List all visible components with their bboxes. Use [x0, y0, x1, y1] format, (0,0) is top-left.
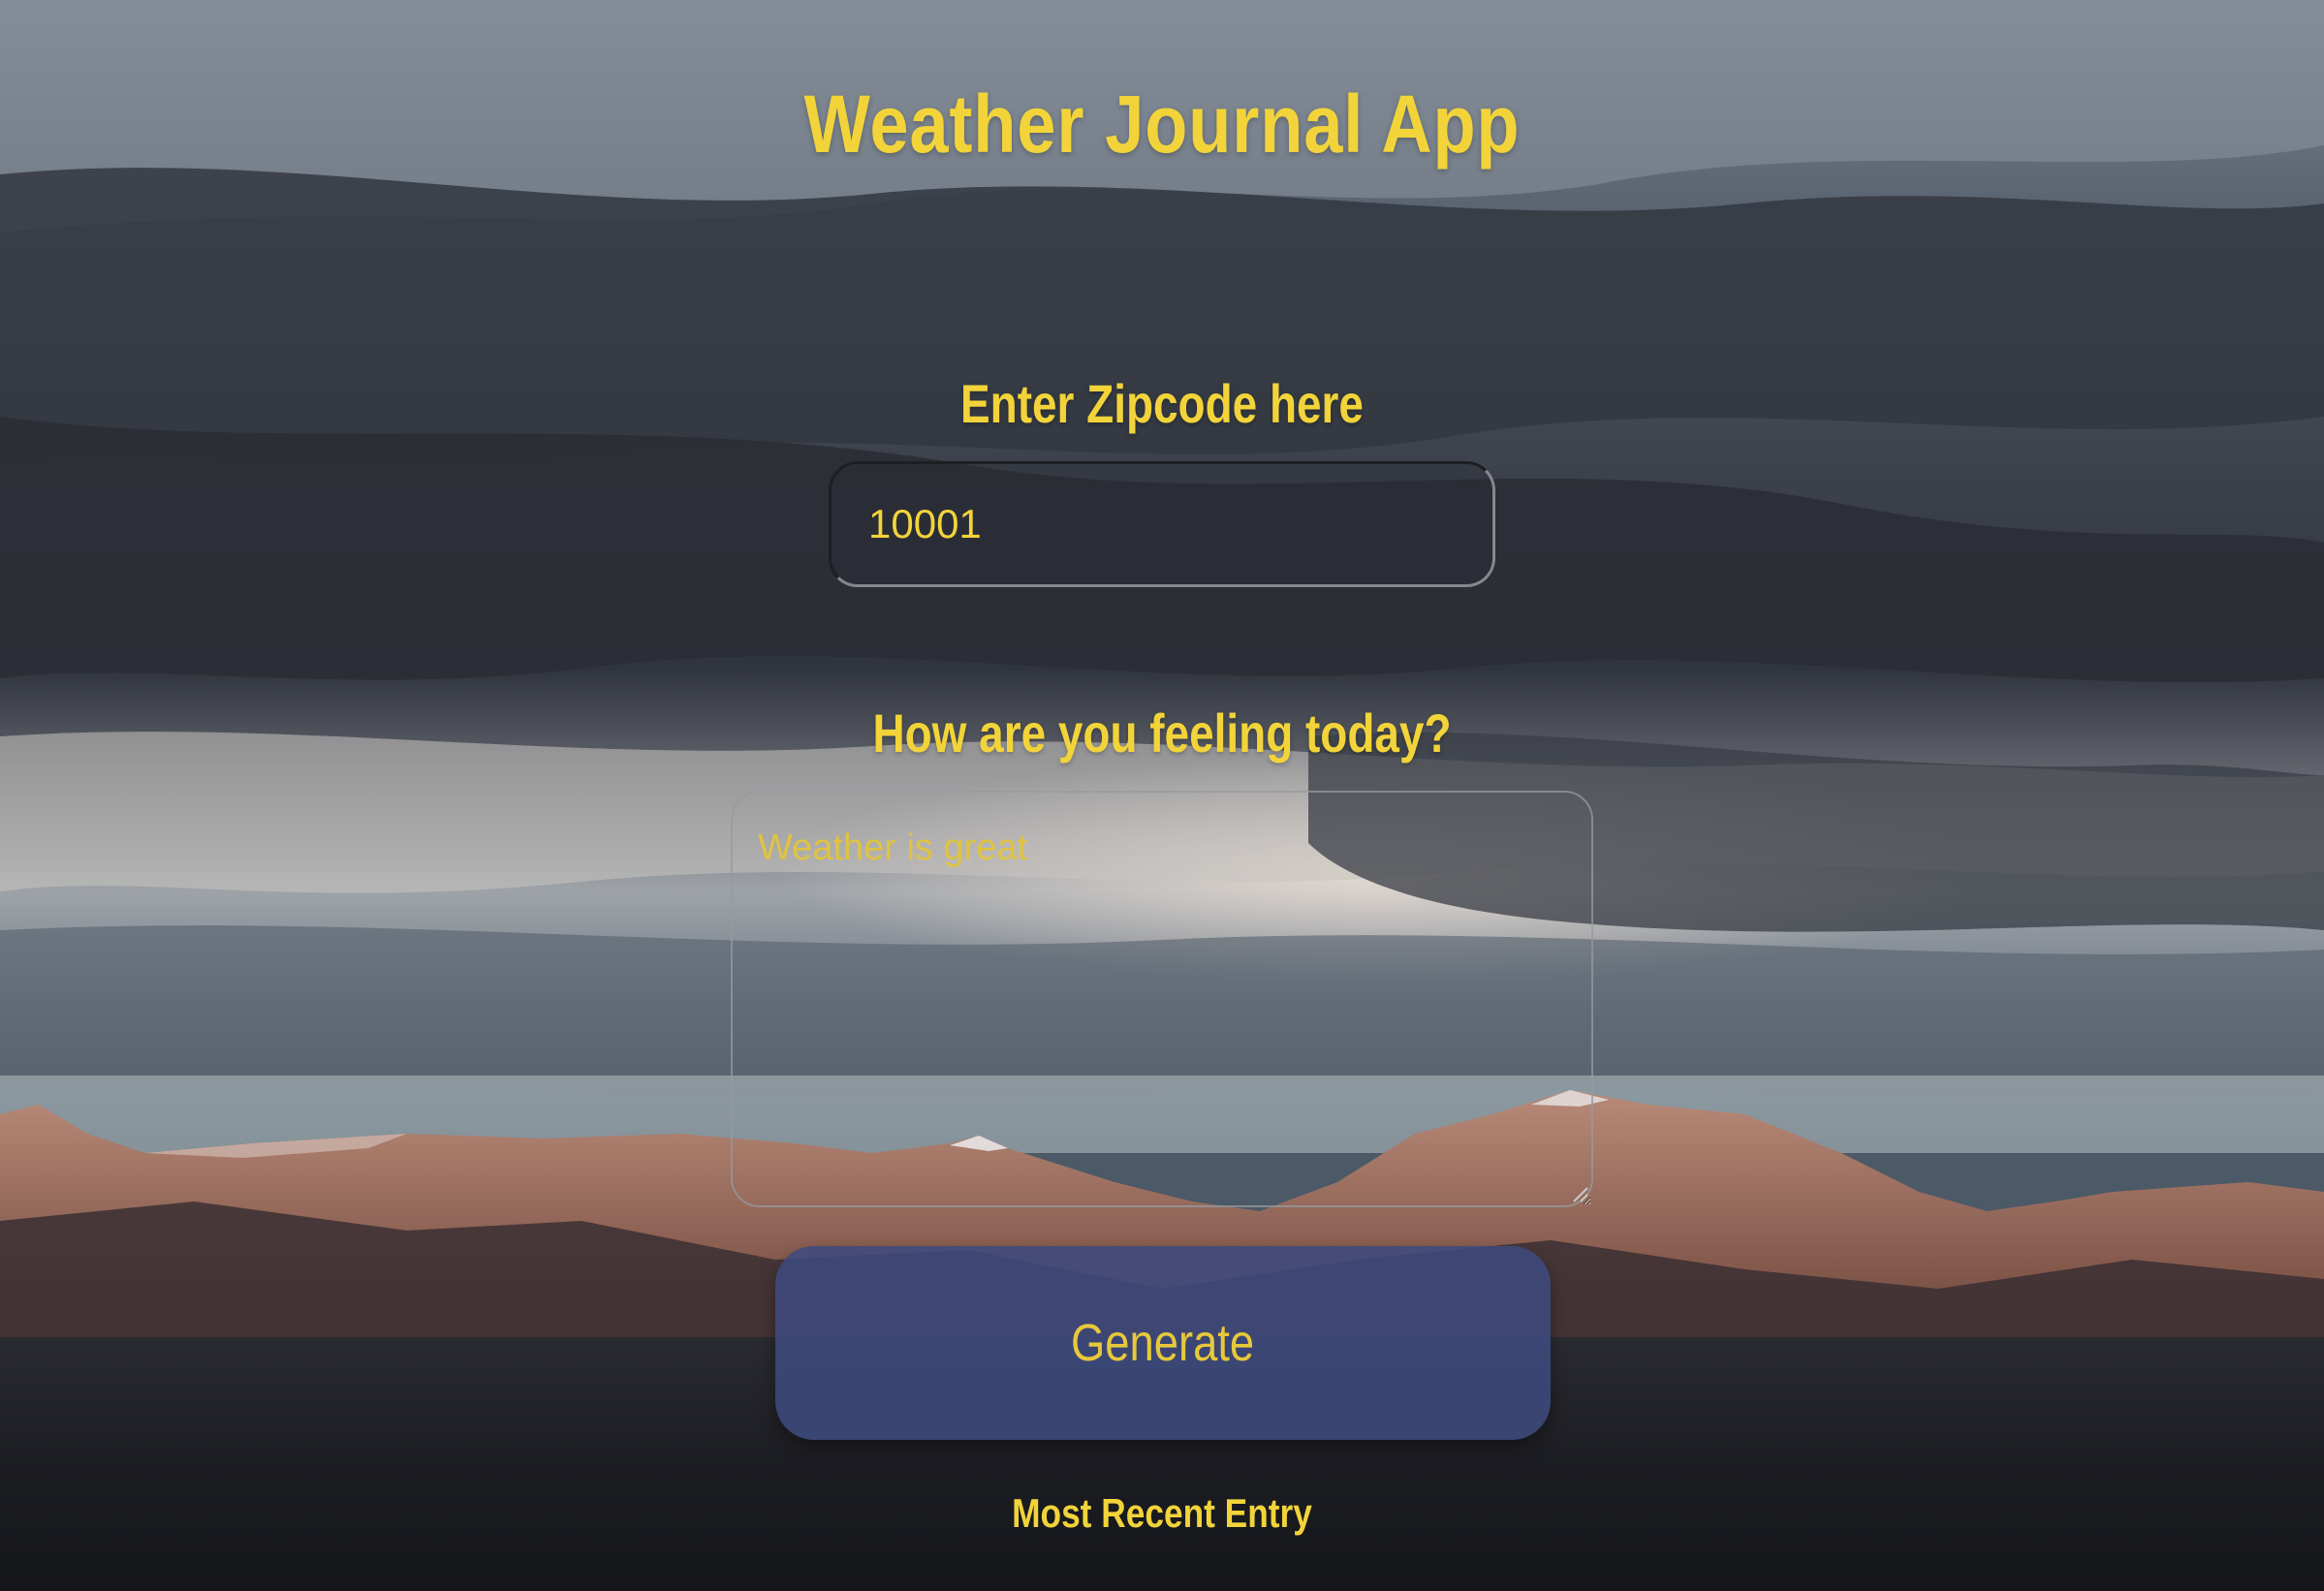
zipcode-label: Enter Zipcode here [960, 373, 1364, 434]
resize-handle-icon[interactable] [1570, 1184, 1589, 1203]
generate-button-label: Generate [1071, 1314, 1255, 1372]
feelings-label: How are you feeling today? [872, 702, 1452, 764]
zipcode-input[interactable] [829, 461, 1495, 587]
most-recent-entry-heading: Most Recent Entry [1012, 1490, 1312, 1536]
feelings-textarea[interactable] [731, 791, 1593, 1207]
page-title: Weather Journal App [803, 78, 1521, 170]
generate-button[interactable]: Generate [775, 1246, 1551, 1440]
